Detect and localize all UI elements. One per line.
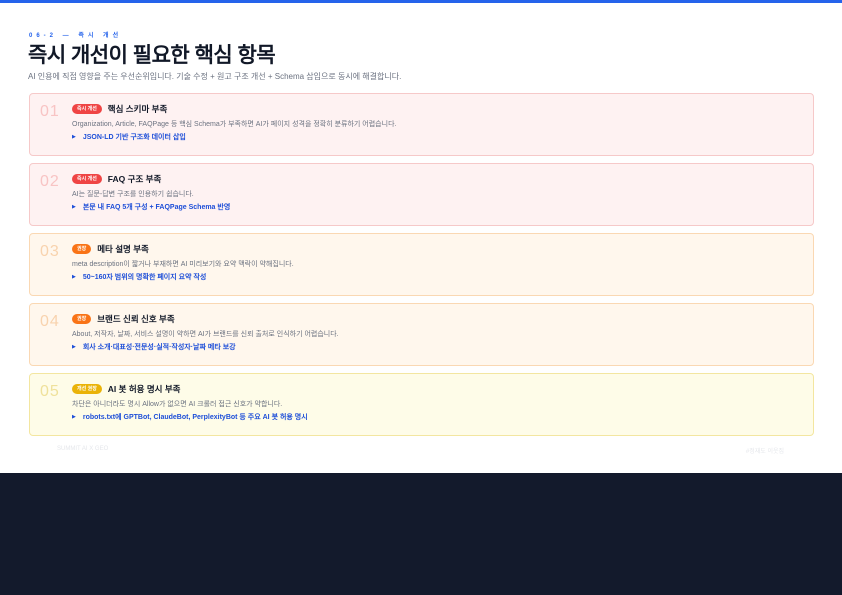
priority-badge: 권장 [72, 244, 92, 254]
footer-brand: SUMMIT AI X GEO [57, 446, 109, 452]
issue-card-4: 04 권장 브랜드 신뢰 신호 부족 About, 저작자, 날짜, 서비스 설… [29, 303, 814, 366]
triangle-bullet-icon: ▶ [72, 274, 76, 280]
issue-action: ▶ 본문 내 FAQ 5개 구성 + FAQPage Schema 반영 [72, 202, 230, 212]
issue-action: ▶ 50~160자 범위의 명확한 페이지 요약 작성 [72, 272, 206, 282]
issue-number: 04 [40, 313, 60, 330]
issue-title: AI 봇 허용 명시 부족 [107, 384, 181, 394]
priority-badge: 개선 권장 [72, 384, 102, 394]
issue-card-1: 01 즉시 개선 핵심 스키마 부족 Organization, Article… [29, 93, 814, 156]
priority-badge: 즉시 개선 [72, 174, 102, 184]
issue-title: 메타 설명 부족 [97, 244, 149, 254]
triangle-bullet-icon: ▶ [72, 134, 76, 140]
issue-card-2: 02 즉시 개선 FAQ 구조 부족 AI는 질문-답변 구조를 인용하기 쉽습… [29, 163, 814, 226]
page-subtitle: AI 인용에 직접 영향을 주는 우선순위입니다. 기술 수정 + 원고 구조 … [28, 72, 402, 81]
triangle-bullet-icon: ▶ [72, 344, 76, 350]
issue-action: ▶ robots.txt에 GPTBot, ClaudeBot, Perplex… [72, 412, 308, 422]
issue-number: 02 [40, 173, 60, 190]
issue-title: FAQ 구조 부족 [107, 174, 162, 184]
issue-action: ▶ 회사 소개·대표성·전문성·실적·작성자·날짜 메타 보강 [72, 342, 236, 352]
issue-title: 브랜드 신뢰 신호 부족 [97, 314, 175, 324]
issue-list: 01 즉시 개선 핵심 스키마 부족 Organization, Article… [29, 93, 814, 443]
footer-credit: #정재도 이웃집 [745, 449, 784, 455]
issue-action: ▶ JSON-LD 기반 구조화 데이터 삽입 [72, 132, 186, 142]
issue-action-text: 본문 내 FAQ 5개 구성 + FAQPage Schema 반영 [82, 204, 231, 211]
issue-action-text: robots.txt에 GPTBot, ClaudeBot, Perplexit… [82, 414, 308, 421]
issue-card-5: 05 개선 권장 AI 봇 허용 명시 부족 차단은 아니더라도 명시 Allo… [29, 373, 814, 436]
issue-number: 01 [40, 103, 60, 120]
priority-badge: 권장 [72, 314, 92, 324]
section-kicker: 06-2 — 즉시 개선 [29, 33, 123, 39]
issue-number: 05 [40, 383, 60, 400]
issue-action-text: JSON-LD 기반 구조화 데이터 삽입 [82, 134, 186, 141]
issue-description: Organization, Article, FAQPage 등 핵심 Sche… [72, 121, 397, 128]
issue-description: meta description이 짧거나 부재하면 AI 미리보기와 요약 맥… [72, 261, 294, 268]
triangle-bullet-icon: ▶ [72, 414, 76, 420]
issue-description: About, 저작자, 날짜, 서비스 설명이 약하면 AI가 브랜드를 신뢰 … [72, 331, 339, 338]
top-accent-bar [0, 0, 842, 3]
issue-description: AI는 질문-답변 구조를 인용하기 쉽습니다. [72, 191, 194, 198]
issue-action-text: 50~160자 범위의 명확한 페이지 요약 작성 [82, 274, 207, 281]
issue-number: 03 [40, 243, 60, 260]
priority-badge: 즉시 개선 [72, 104, 102, 114]
page-title: 즉시 개선이 필요한 핵심 항목 [28, 44, 276, 67]
issue-description: 차단은 아니더라도 명시 Allow가 없으면 AI 크롤러 접근 신호가 약합… [72, 401, 283, 408]
issue-card-3: 03 권장 메타 설명 부족 meta description이 짧거나 부재하… [29, 233, 814, 296]
triangle-bullet-icon: ▶ [72, 204, 76, 210]
issue-title: 핵심 스키마 부족 [107, 104, 168, 114]
issue-action-text: 회사 소개·대표성·전문성·실적·작성자·날짜 메타 보강 [82, 344, 236, 351]
slide-page: 06-2 — 즉시 개선 즉시 개선이 필요한 핵심 항목 AI 인용에 직접 … [0, 0, 842, 473]
